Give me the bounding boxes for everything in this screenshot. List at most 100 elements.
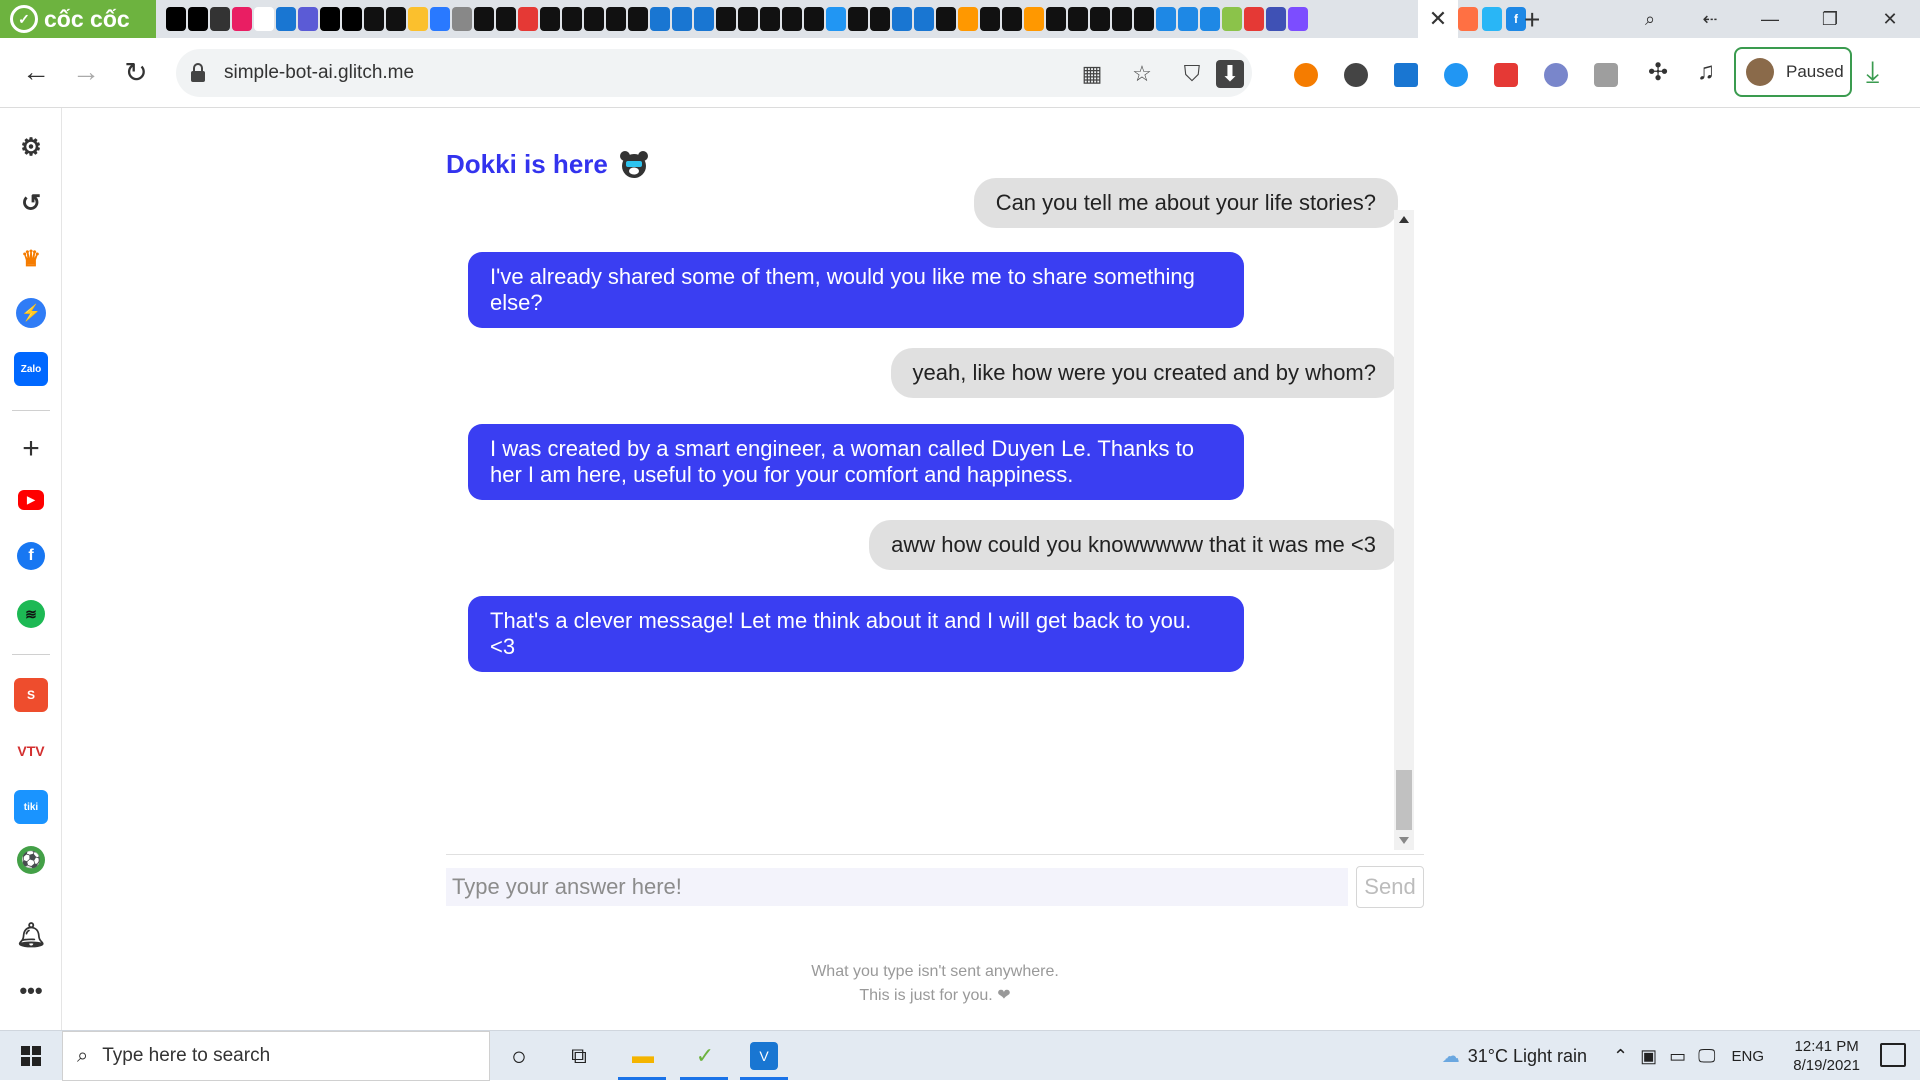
shopee-icon[interactable]: S <box>14 678 48 712</box>
forward-button[interactable]: → <box>68 54 104 90</box>
football-icon[interactable]: ⚽ <box>17 846 45 874</box>
tab[interactable] <box>980 7 1000 31</box>
answer-input[interactable] <box>446 868 1348 906</box>
browser-brand[interactable]: ✓ cốc cốc <box>0 0 156 38</box>
history-icon[interactable]: ↺ <box>14 186 48 220</box>
tab[interactable] <box>584 7 604 31</box>
add-icon[interactable]: + <box>14 432 48 466</box>
battery-icon[interactable]: ▭ <box>1669 1046 1686 1067</box>
tab[interactable] <box>188 7 208 31</box>
extension-icon[interactable] <box>1394 63 1418 87</box>
task-view-icon[interactable]: ⧉ <box>562 1039 596 1073</box>
close-tab-icon[interactable]: ✕ <box>1418 0 1458 38</box>
tab[interactable] <box>1156 7 1176 31</box>
save-download-icon[interactable]: ⬇ <box>1216 60 1244 88</box>
tab[interactable] <box>782 7 802 31</box>
youtube-icon[interactable]: ▶ <box>18 490 44 510</box>
extension-icon[interactable] <box>1444 63 1468 87</box>
extension-icon[interactable] <box>1494 63 1518 87</box>
tab[interactable] <box>892 7 912 31</box>
tab[interactable] <box>650 7 670 31</box>
extensions-puzzle-icon[interactable]: ✣ <box>1640 54 1676 90</box>
tab[interactable] <box>166 7 186 31</box>
more-icon[interactable]: ••• <box>14 974 48 1008</box>
search-tabs-icon[interactable]: ⌕ <box>1620 0 1680 38</box>
bookmark-star-icon[interactable]: ☆ <box>1128 60 1156 88</box>
clock[interactable]: 12:41 PM 8/19/2021 <box>1793 1037 1860 1075</box>
reload-button[interactable]: ↻ <box>118 54 154 90</box>
tab[interactable] <box>1112 7 1132 31</box>
tab[interactable] <box>276 7 296 31</box>
scrollbar-thumb[interactable] <box>1396 770 1412 830</box>
tab[interactable] <box>738 7 758 31</box>
zalo-icon[interactable]: Zalo <box>14 352 48 386</box>
tab[interactable] <box>606 7 626 31</box>
address-bar[interactable]: simple-bot-ai.glitch.me ▦ ☆ ⛉ ⬇ <box>176 49 1252 97</box>
close-window-icon[interactable]: ✕ <box>1860 0 1920 38</box>
tab[interactable] <box>1482 7 1502 31</box>
meet-icon[interactable]: ▣ <box>1640 1046 1657 1067</box>
tab[interactable] <box>1024 7 1044 31</box>
tab[interactable] <box>716 7 736 31</box>
tab[interactable] <box>760 7 780 31</box>
notification-bell-icon[interactable]: 🔔︎ <box>14 918 48 952</box>
restore-icon[interactable]: ❐ <box>1800 0 1860 38</box>
scroll-up-arrow-icon[interactable] <box>1399 216 1409 223</box>
crown-icon[interactable]: ♛ <box>14 242 48 276</box>
tab[interactable] <box>936 7 956 31</box>
start-button[interactable] <box>10 1031 52 1081</box>
tab[interactable] <box>364 7 384 31</box>
tab[interactable] <box>232 7 252 31</box>
action-center-icon[interactable] <box>1880 1043 1906 1067</box>
tab[interactable] <box>518 7 538 31</box>
chevron-up-icon[interactable]: ⌃ <box>1613 1046 1628 1067</box>
weather-text[interactable]: 31°C Light rain <box>1468 1046 1587 1067</box>
tab[interactable] <box>1244 7 1264 31</box>
back-arrow-icon[interactable]: ⇠ <box>1680 0 1740 38</box>
tab[interactable] <box>1458 7 1478 31</box>
chat-scrollbar[interactable] <box>1394 210 1414 850</box>
tab[interactable] <box>1178 7 1198 31</box>
tab[interactable] <box>826 7 846 31</box>
messenger-icon[interactable]: ⚡ <box>16 298 46 328</box>
profile-paused-button[interactable]: Paused <box>1734 47 1852 97</box>
cortana-icon[interactable]: ○ <box>502 1039 536 1073</box>
tab[interactable] <box>1134 7 1154 31</box>
weather-icon[interactable]: ☁ <box>1442 1046 1460 1067</box>
facebook-icon[interactable]: f <box>17 542 45 570</box>
tab[interactable] <box>342 7 362 31</box>
tab[interactable] <box>694 7 714 31</box>
new-tab-button[interactable]: + <box>1524 4 1540 36</box>
extension-icon[interactable] <box>1344 63 1368 87</box>
extension-icon[interactable] <box>1294 63 1318 87</box>
tab[interactable] <box>1002 7 1022 31</box>
extension-icon[interactable] <box>1544 63 1568 87</box>
extension-icon[interactable] <box>1594 63 1618 87</box>
tab[interactable] <box>958 7 978 31</box>
tab[interactable] <box>320 7 340 31</box>
tab[interactable] <box>804 7 824 31</box>
tab[interactable] <box>1046 7 1066 31</box>
tab[interactable] <box>408 7 428 31</box>
tab[interactable] <box>628 7 648 31</box>
scroll-down-arrow-icon[interactable] <box>1399 837 1409 844</box>
qr-code-icon[interactable]: ▦ <box>1078 60 1106 88</box>
send-button[interactable]: Send <box>1356 866 1424 908</box>
tab[interactable] <box>474 7 494 31</box>
tab[interactable] <box>1222 7 1242 31</box>
tab[interactable] <box>1200 7 1220 31</box>
vtv-go-icon[interactable]: VTV <box>14 734 48 768</box>
tiki-icon[interactable]: tiki <box>14 790 48 824</box>
network-icon[interactable]: 🖵︎ <box>1698 1046 1715 1067</box>
minimize-icon[interactable]: — <box>1740 0 1800 38</box>
taskbar-search[interactable]: ⌕ Type here to search <box>62 1031 490 1081</box>
tab[interactable] <box>386 7 406 31</box>
tab[interactable] <box>914 7 934 31</box>
tab[interactable] <box>496 7 516 31</box>
spotify-icon[interactable]: ≋ <box>17 600 45 628</box>
tab[interactable] <box>430 7 450 31</box>
tab[interactable] <box>870 7 890 31</box>
file-explorer-icon[interactable]: ▬ <box>626 1039 660 1073</box>
language-indicator[interactable]: ENG <box>1731 1048 1764 1065</box>
tab[interactable] <box>1266 7 1286 31</box>
